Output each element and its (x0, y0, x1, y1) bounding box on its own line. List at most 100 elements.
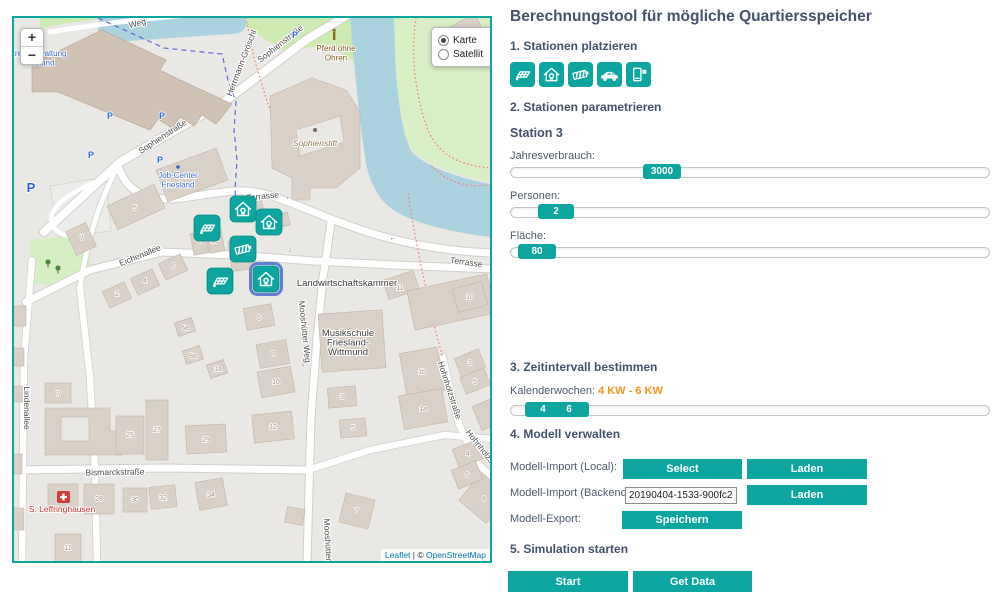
building-number: 6a (181, 325, 189, 332)
get-data-button[interactable]: Get Data (633, 571, 752, 592)
building-number: 3 (340, 394, 344, 401)
house-icon (540, 63, 563, 86)
leaflet-link[interactable]: Leaflet (385, 550, 411, 560)
station-marker-battery[interactable] (230, 236, 256, 262)
building-number: 1a (419, 406, 427, 413)
laden-backend-button[interactable]: Laden (747, 485, 867, 505)
station-button-storage[interactable] (626, 62, 651, 87)
street-label: Lindenallee (22, 386, 32, 430)
leaflet-map[interactable]: WegHerrmann-GröschlSophienstraßeSophiens… (12, 16, 492, 563)
section-1-heading: 1. Stationen platzieren (510, 39, 637, 53)
building-number: 10 (466, 294, 474, 301)
osm-link[interactable]: OpenStreetMap (426, 550, 486, 560)
building-number: 5 (473, 379, 477, 386)
layers-control[interactable]: KarteSatellit (431, 27, 492, 67)
poi-label: Pferd ohne (316, 44, 356, 53)
building-number: 2 (115, 291, 119, 298)
building-number: 29 (202, 437, 210, 444)
building-number: 4 (466, 451, 470, 458)
building-number: 11 (396, 285, 403, 292)
building-number: 12 (269, 424, 277, 431)
station-heading: Station 3 (510, 126, 563, 140)
building-number: 1b (418, 369, 426, 376)
station-button-solar[interactable] (510, 62, 535, 87)
model-export-label: Modell-Export: (510, 513, 581, 525)
building-number: 10 (272, 379, 280, 386)
zoom-out-button[interactable]: − (21, 47, 43, 64)
building-number: 1a (214, 366, 222, 373)
building-number: 6 (465, 472, 469, 479)
start-button[interactable]: Start (508, 571, 628, 592)
building-number: 5 (133, 205, 137, 212)
station-marker-house-selected[interactable] (251, 264, 282, 295)
page-title: Berechnungstool für mögliche Quartierssp… (510, 8, 872, 26)
zoom-control[interactable]: + − (20, 28, 44, 65)
monument-icon (333, 29, 336, 40)
parking-icon: P (159, 111, 165, 121)
building-number: 28 (95, 496, 103, 503)
control-panel: Berechnungstool für mögliche Quartierssp… (508, 0, 994, 614)
kalenderwochen-label: Kalenderwochen: 4 KW - 6 KW (510, 385, 663, 397)
station-marker-house[interactable] (256, 209, 282, 235)
select-button[interactable]: Select (623, 459, 742, 479)
station-marker-solar[interactable] (207, 268, 233, 294)
kalenderwochen-slider[interactable]: 46 (510, 405, 990, 416)
station-button-battery[interactable] (568, 62, 593, 87)
jahresverbrauch-slider[interactable]: 3000 (510, 167, 990, 178)
building-number: 32 (159, 495, 167, 502)
building-number: 25 (126, 432, 134, 439)
personen-slider[interactable]: 2 (510, 207, 990, 218)
station-button-house[interactable] (539, 62, 564, 87)
jahresverbrauch-label: Jahresverbrauch: (510, 150, 595, 162)
building-number: 8a (189, 353, 197, 360)
poi-label: Sophienstift (293, 138, 338, 148)
flaeche-slider[interactable]: 80 (510, 247, 990, 258)
radio-icon[interactable] (438, 35, 449, 46)
backend-id-input[interactable] (625, 487, 737, 504)
building-number: 11 (64, 545, 71, 552)
slider-handle[interactable]: 2 (538, 204, 574, 219)
poi-dot-icon (313, 128, 317, 132)
station-button-car[interactable] (597, 62, 622, 87)
layer-option-karte[interactable]: Karte (438, 33, 492, 47)
map-canvas: WegHerrmann-GröschlSophienstraßeSophiens… (14, 18, 490, 561)
section-5-heading: 5. Simulation starten (510, 542, 628, 556)
station-marker-solar[interactable] (194, 215, 220, 241)
oneway-arrow-icon: ← (286, 194, 293, 201)
slider-handle[interactable]: 80 (518, 244, 556, 259)
kw-range-value: 4 KW - 6 KW (598, 385, 663, 397)
slider-handle[interactable]: 6 (549, 402, 589, 417)
section-4-heading: 4. Modell verwalten (510, 427, 620, 441)
section-3-heading: 3. Zeitintervall bestimmen (510, 360, 657, 374)
building-number: 27 (153, 427, 161, 434)
storage-icon (627, 63, 650, 86)
solar-icon (511, 63, 534, 86)
building-number: 3 (468, 360, 472, 367)
station-button-row (510, 62, 651, 87)
section-2-heading: 2. Stationen parametrieren (510, 100, 661, 114)
laden-local-button[interactable]: Laden (747, 459, 867, 479)
layer-option-satellit[interactable]: Satellit (438, 47, 492, 61)
building-number: 7 (355, 508, 359, 515)
building-number: 30 (131, 497, 139, 504)
building-number: 7 (80, 235, 84, 242)
attribution-separator: | © (410, 550, 426, 560)
radio-icon[interactable] (438, 49, 449, 60)
parking-icon: P (157, 155, 163, 165)
car-icon (598, 63, 621, 86)
zoom-in-button[interactable]: + (21, 29, 43, 47)
parking-icon: P (107, 111, 113, 121)
model-import-local-label: Modell-Import (Local): (510, 461, 617, 473)
speichern-button[interactable]: Speichern (622, 511, 742, 529)
parking-icon: P (27, 180, 36, 195)
oneway-arrow-icon: ↓ (301, 361, 305, 368)
building-number: 6 (171, 263, 175, 270)
poi-dot-icon (176, 165, 180, 169)
station-marker-house[interactable] (230, 196, 256, 222)
oneway-arrow-icon: ↓ (288, 247, 292, 254)
slider-handle[interactable]: 3000 (643, 164, 681, 179)
poi-label: Job-Center (158, 171, 198, 180)
building-number: 8 (271, 351, 275, 358)
building-number: 5 (351, 425, 355, 432)
personen-label: Personen: (510, 190, 560, 202)
